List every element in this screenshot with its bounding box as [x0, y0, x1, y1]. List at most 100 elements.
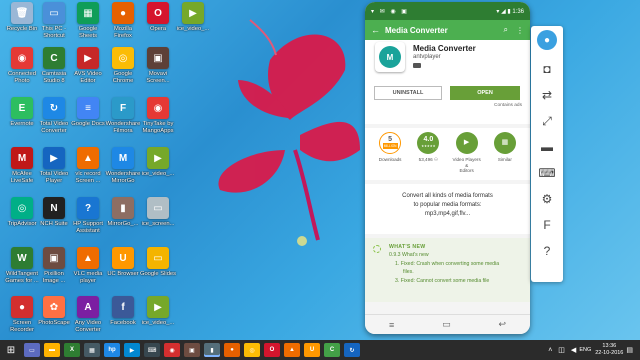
desktop-shortcut[interactable]: ▲ vlc record Screen ...: [68, 147, 108, 185]
android-emulator-screen[interactable]: ▾ ✉ ◉ ▣ ▾ ◢ ▮ 1:36 ← Media Converter ⌕ ⋮…: [365, 2, 530, 334]
mirrorgo-taskbar-icon[interactable]: ▮: [204, 343, 220, 357]
desktop-shortcut[interactable]: ▲ VLC media player: [68, 247, 108, 285]
desktop-shortcut[interactable]: U UC Browser: [103, 247, 143, 285]
desktop-shortcut[interactable]: ? HP Support Assistant: [68, 197, 108, 235]
tinytake-icon: ◉: [147, 97, 169, 119]
clock[interactable]: 13:36 22-10-2016: [595, 343, 623, 357]
sheets-icon: ▦: [77, 2, 99, 24]
chrome-taskbar-icon[interactable]: ◎: [244, 343, 260, 357]
open-button[interactable]: OPEN: [450, 86, 520, 100]
excel-icon[interactable]: X: [64, 343, 80, 357]
evernote-icon: E: [11, 97, 33, 119]
desktop-shortcut[interactable]: ● Mozilla Firefox: [103, 2, 143, 40]
desktop-shortcut-label: AVS Video Editor: [74, 71, 102, 84]
home-icon[interactable]: ▭: [442, 319, 451, 330]
desktop-shortcut-label: UC Browser: [107, 271, 139, 277]
desktop-shortcut[interactable]: ▭ ice_screen...: [138, 197, 178, 235]
desktop-shortcut[interactable]: ≡ Google Docs: [68, 97, 108, 135]
app-stat[interactable]: ▦ Similar: [490, 132, 520, 180]
media-app-icon[interactable]: ◉: [164, 343, 180, 357]
help-icon: ?: [77, 197, 99, 219]
converter-taskbar-icon[interactable]: ↻: [344, 343, 360, 357]
volume-icon[interactable]: ◀: [571, 346, 576, 354]
uninstall-button[interactable]: UNINSTALL: [374, 86, 442, 100]
uc-taskbar-icon[interactable]: U: [304, 343, 320, 357]
windows-start-icon[interactable]: ⊞: [0, 340, 22, 360]
desktop-shortcut[interactable]: ◉ TinyTake by MangoApps: [138, 97, 178, 135]
desktop-shortcut[interactable]: M Wondershare MirrorGo: [103, 147, 143, 185]
keyboard-app-icon[interactable]: ⌨: [144, 343, 160, 357]
file-icon[interactable]: F: [536, 214, 558, 236]
desktop-shortcut[interactable]: ▣ Movavi Screen...: [138, 47, 178, 85]
hp-icon[interactable]: hp: [104, 343, 120, 357]
desktop-shortcut[interactable]: ▦ Google Sheets: [68, 2, 108, 40]
tray-up-arrow-icon[interactable]: ˄: [548, 347, 552, 354]
app-stat[interactable]: ▶ Video Players & Editors: [452, 132, 482, 180]
nch-icon: N: [43, 197, 65, 219]
desktop-shortcut[interactable]: A Any Video Converter: [68, 296, 108, 334]
video-category-icon: ▶: [455, 132, 478, 154]
movies-icon[interactable]: ▶: [124, 343, 140, 357]
clock-time: 13:36: [602, 343, 617, 349]
opera-taskbar-icon[interactable]: O: [264, 343, 280, 357]
video-record-icon[interactable]: ▬: [536, 136, 558, 158]
desktop-shortcut-label: ice_screen...: [141, 221, 175, 227]
desktop-shortcut[interactable]: ◎ Google Chrome: [103, 47, 143, 85]
back-arrow-icon[interactable]: ←: [371, 25, 385, 35]
back-icon[interactable]: ↩: [499, 319, 507, 330]
slides-icon: ▭: [147, 247, 169, 269]
vlc-taskbar-icon[interactable]: ▲: [284, 343, 300, 357]
desktop-shortcut-label: ice_video_...: [141, 320, 175, 326]
rotate-icon[interactable]: ⇄: [536, 84, 558, 106]
help-icon[interactable]: ?: [536, 240, 558, 262]
app-stat-sub: ★★★★★: [421, 144, 436, 148]
status-right: ▾ ◢ ▮ 1:36: [496, 8, 524, 15]
desktop-shortcut-label: Wondershare Filmora: [105, 121, 141, 134]
app-stat: 5 MILLION Downloads: [375, 132, 405, 180]
desktop-shortcut[interactable]: F Wondershare Filmora: [103, 97, 143, 135]
desktop-shortcut-label: Wondershare MirrorGo: [105, 171, 141, 184]
overflow-menu-icon[interactable]: ⋮: [516, 26, 524, 35]
language-indicator[interactable]: ENG: [579, 347, 591, 353]
tripadvisor-icon: ◎: [11, 197, 33, 219]
fullscreen-icon[interactable]: ⤢: [536, 110, 558, 132]
desktop-shortcut-label: Google Sheets: [78, 26, 98, 39]
uc-browser-icon: U: [112, 247, 134, 269]
desktop-shortcut[interactable]: ▶ ice_video_...: [173, 2, 213, 40]
camtasia-taskbar-icon[interactable]: C: [324, 343, 340, 357]
task-view-icon[interactable]: ▭: [24, 343, 40, 357]
settings-icon[interactable]: ⚙: [536, 188, 558, 210]
notifications-icon[interactable]: ▤: [626, 346, 633, 354]
network-icon[interactable]: ◫: [558, 346, 565, 354]
app-description[interactable]: Convert all kinds of media formats to po…: [365, 184, 530, 234]
chrome-icon: ◎: [112, 47, 134, 69]
app-stat: 4.0 ★★★★★ 53,496 ⚇: [413, 132, 443, 180]
file-explorer-icon[interactable]: ▬: [44, 343, 60, 357]
whats-new-section[interactable]: WHAT'S NEW 0.9.3 What's new 1. Fixed: Cr…: [365, 238, 530, 302]
menu-icon[interactable]: ≡: [389, 320, 394, 330]
content-rating-badge-icon: [413, 63, 421, 68]
app-stats-row: 5 MILLION Downloads 4.0 ★★★★★ 53,496 ⚇ ▶ Video …: [365, 128, 530, 180]
system-tray: ˄ ◫ ◀ ENG 13:36 22-10-2016 ▤: [545, 343, 640, 357]
store-icon[interactable]: ▦: [84, 343, 100, 357]
desktop-shortcut[interactable]: ▮ MirrorGo_...: [103, 197, 143, 235]
photo-app-icon[interactable]: ▣: [184, 343, 200, 357]
desktop-shortcut[interactable]: ▶ ice_video_...: [138, 296, 178, 334]
desktop-shortcut[interactable]: ▶ AVS Video Editor: [68, 47, 108, 85]
desktop-shortcut[interactable]: f Facebook: [103, 296, 143, 334]
photoscape-icon: ✿: [43, 296, 65, 318]
mirrorgo-file-icon: ▮: [112, 197, 134, 219]
keyboard-icon[interactable]: ⌨: [536, 162, 558, 184]
user-avatar-icon[interactable]: ●: [537, 30, 557, 50]
android-nav-bar: ≡ ▭ ↩: [365, 314, 530, 334]
desktop-shortcut-label: Any Video Converter: [74, 320, 102, 333]
desktop-shortcut[interactable]: O Opera: [138, 2, 178, 40]
firefox-taskbar-icon[interactable]: ●: [224, 343, 240, 357]
desktop-shortcut[interactable]: ▭ Google Slides: [138, 247, 178, 285]
pc-icon: ▭: [43, 2, 65, 24]
search-icon[interactable]: ⌕: [504, 25, 508, 35]
app-developer[interactable]: antvplayer: [413, 54, 441, 60]
camera-icon[interactable]: ◘: [536, 58, 558, 80]
desktop-shortcut[interactable]: ▶ ice_video_...: [138, 147, 178, 185]
app-logo: M: [375, 42, 405, 72]
